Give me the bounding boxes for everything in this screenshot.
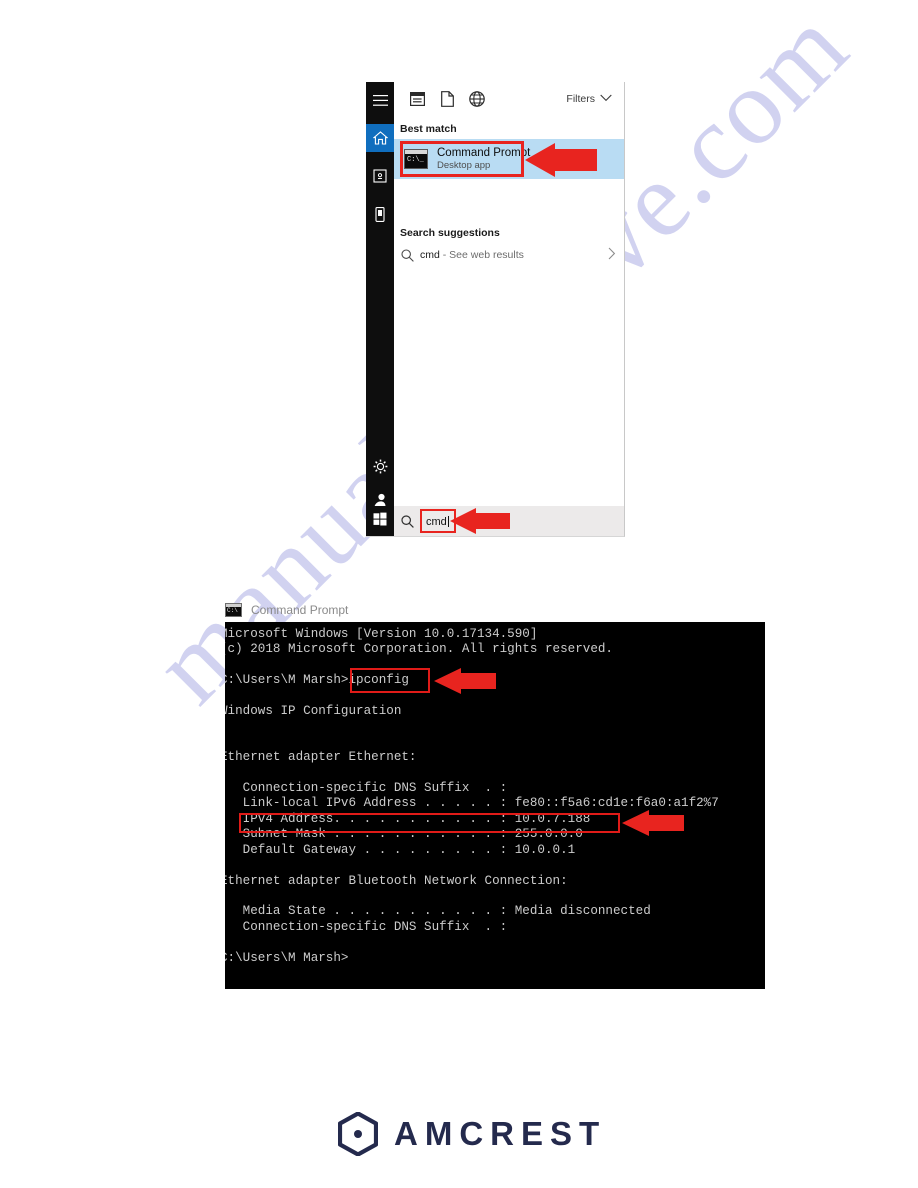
search-input-value: cmd (426, 516, 447, 528)
command-prompt-window: C:\ Command Prompt Microsoft Windows [Ve… (225, 598, 765, 989)
arrow-command-prompt (525, 143, 597, 177)
home-icon (372, 131, 388, 145)
gear-icon (373, 459, 388, 474)
command-prompt-icon: C:\ (225, 603, 242, 617)
hamburger-menu-icon (372, 94, 388, 106)
search-icon (394, 514, 420, 528)
sidebar-item-home[interactable] (366, 124, 394, 152)
sidebar-item-settings[interactable] (366, 452, 394, 480)
filters-label: Filters (566, 93, 595, 105)
start-menu-rail (366, 82, 394, 536)
text-caret (447, 516, 449, 527)
search-filter-toolbar: Filters (394, 82, 624, 116)
chevron-down-icon (600, 93, 612, 105)
window-title: Command Prompt (251, 603, 349, 617)
amcrest-wordmark: AMCREST (394, 1115, 607, 1152)
sidebar-item-hamburger-menu[interactable] (366, 86, 394, 114)
windows-logo-icon (373, 512, 387, 531)
documents-icon (373, 169, 387, 183)
amcrest-logo: AMCREST (338, 1112, 606, 1156)
sidebar-item-documents[interactable] (366, 162, 394, 190)
search-suggestion-item[interactable]: cmd - See web results (394, 242, 624, 268)
amcrest-hexagon-icon (338, 1112, 378, 1156)
suggestion-query: cmd (420, 249, 440, 261)
apps-icon[interactable] (402, 84, 432, 114)
arrow-ipconfig (434, 668, 496, 694)
chevron-right-icon (608, 247, 616, 263)
sidebar-item-pictures[interactable] (366, 200, 394, 228)
pictures-icon (375, 206, 385, 222)
web-icon[interactable] (462, 84, 492, 114)
arrow-ipv4 (622, 810, 684, 836)
person-icon (373, 493, 388, 507)
search-icon (394, 248, 420, 262)
search-suggestion-text: cmd - See web results (420, 249, 524, 261)
suggestion-suffix: - See web results (442, 249, 524, 261)
ipconfig-command-box (350, 668, 430, 693)
filters-dropdown[interactable]: Filters (566, 93, 616, 105)
taskbar-start-button[interactable] (366, 506, 394, 536)
command-prompt-result-box (400, 141, 524, 177)
arrow-search-input (450, 508, 510, 534)
search-suggestions-label: Search suggestions (400, 227, 500, 239)
ipv4-address-box (239, 813, 620, 833)
documents-icon[interactable] (432, 84, 462, 114)
command-prompt-titlebar[interactable]: C:\ Command Prompt (225, 598, 765, 622)
best-match-label: Best match (400, 123, 457, 135)
